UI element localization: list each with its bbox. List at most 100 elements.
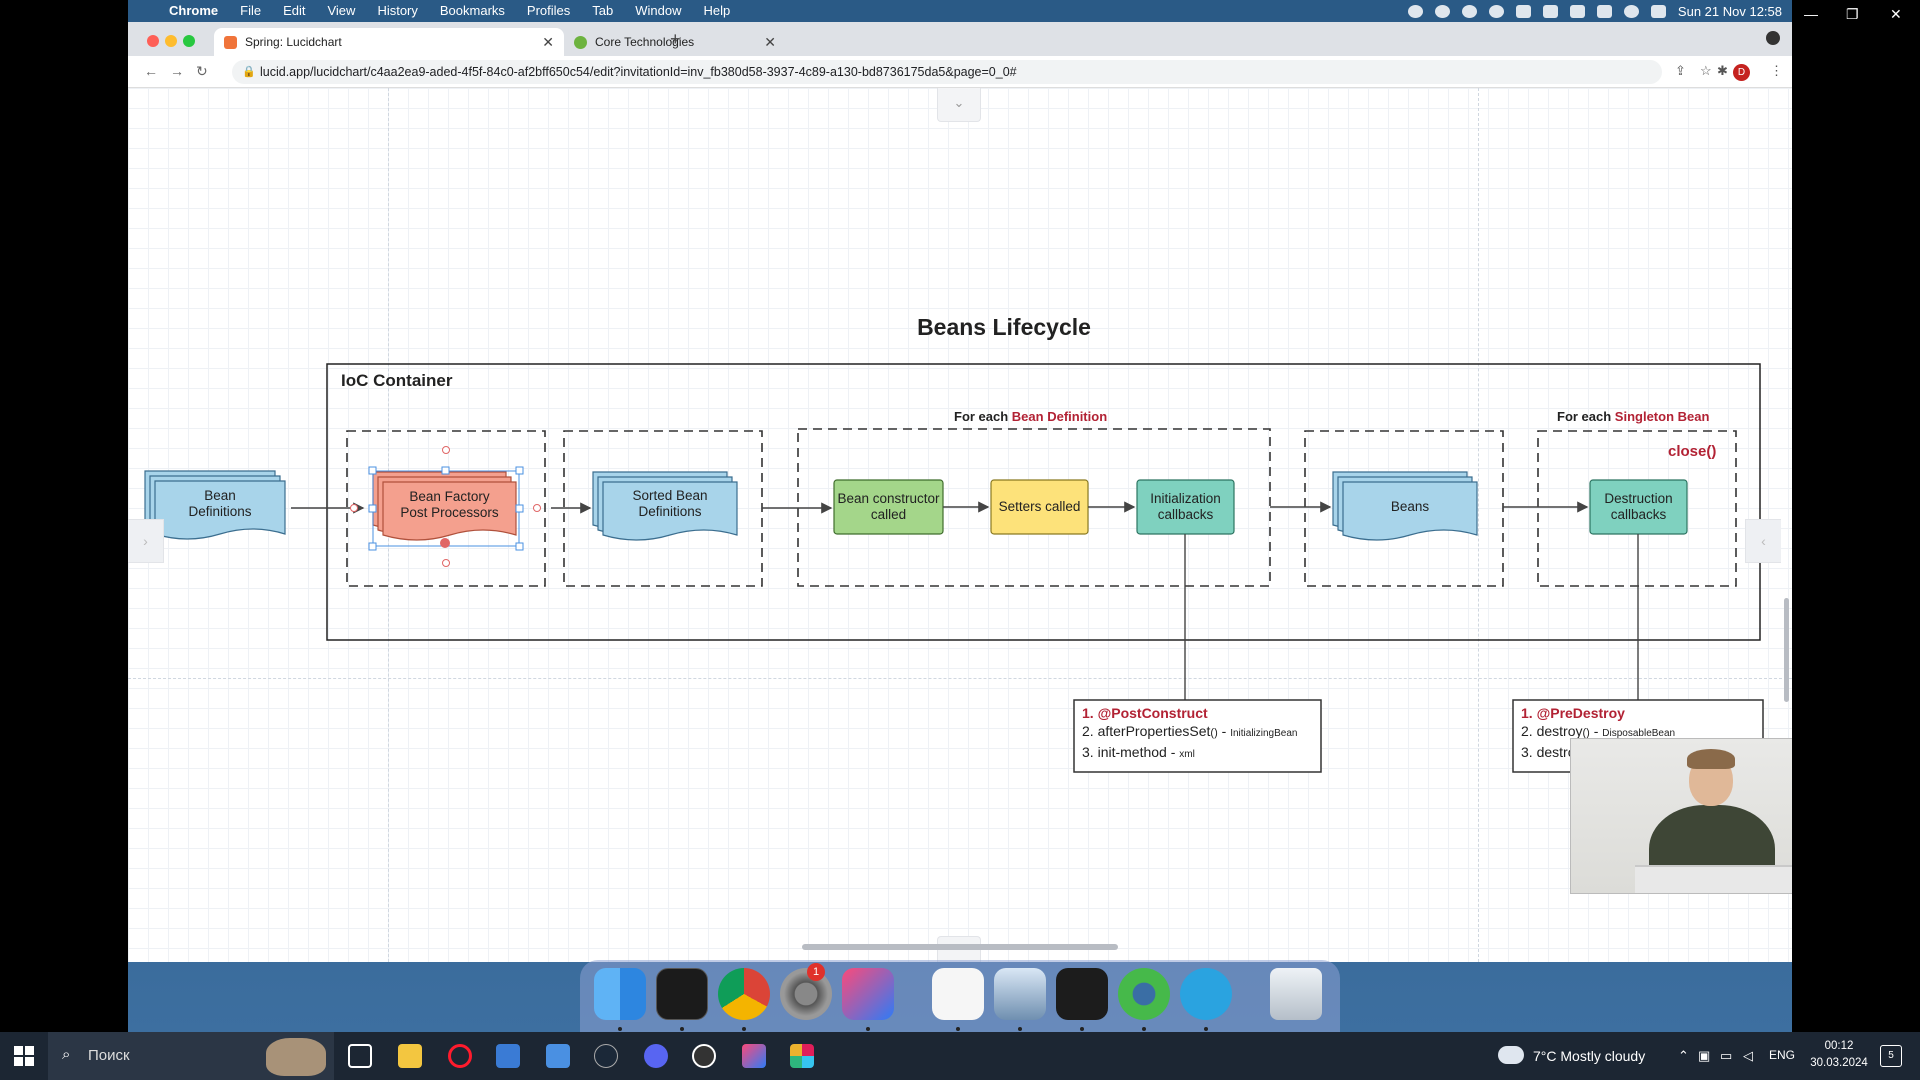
notifications-icon[interactable]: 5 [1880, 1045, 1902, 1067]
extensions-icon[interactable]: ✱ [1717, 63, 1728, 79]
chrome-icon[interactable] [718, 968, 770, 1020]
label-for-each-singleton-bean: For each Singleton Bean [1557, 409, 1709, 424]
clock-date: 30.03.2024 [1810, 1057, 1868, 1069]
close-window-button[interactable] [147, 35, 159, 47]
spotlight-alt-icon[interactable] [1488, 4, 1504, 18]
telegram-status-icon[interactable] [1434, 4, 1450, 18]
menu-app-chrome[interactable]: Chrome [158, 0, 229, 22]
discord-icon[interactable] [644, 1044, 668, 1068]
mac-screen: Chrome File Edit View History Bookmarks … [128, 0, 1792, 1032]
label-bean-constructor-called: Bean constructor called [837, 491, 940, 522]
media-player-icon[interactable] [692, 1044, 716, 1068]
right-panel-toggle[interactable]: ‹ [1745, 519, 1781, 563]
close-tab-icon[interactable]: ✕ [764, 34, 776, 51]
menu-edit[interactable]: Edit [272, 0, 316, 22]
left-panel-toggle[interactable]: › [128, 519, 164, 563]
close-tab-icon[interactable]: ✕ [542, 34, 554, 51]
input-source-icon[interactable] [1542, 4, 1558, 18]
menu-bookmarks[interactable]: Bookmarks [429, 0, 516, 22]
more-menu-icon[interactable]: ⋮ [1770, 63, 1783, 79]
mac-menubar: Chrome File Edit View History Bookmarks … [128, 0, 1792, 22]
url-field[interactable]: 🔒 lucid.app/lucidchart/c4aa2ea9-aded-4f5… [232, 60, 1662, 84]
minimize-icon[interactable]: — [1804, 6, 1818, 22]
dock-running-dot [1018, 1027, 1022, 1031]
battery-icon[interactable] [1569, 4, 1585, 18]
bookmark-star-icon[interactable]: ☆ [1700, 63, 1712, 79]
camera-icon[interactable]: ▣ [1698, 1048, 1710, 1064]
share-icon[interactable]: ⇪ [1675, 63, 1686, 79]
minimize-window-button[interactable] [165, 35, 177, 47]
preview-icon[interactable] [994, 968, 1046, 1020]
dock-running-dot [1142, 1027, 1146, 1031]
menu-history[interactable]: History [366, 0, 428, 22]
task-view-icon[interactable] [348, 1044, 372, 1068]
taskbar-clock[interactable]: 00:12 30.03.2024 [1804, 1038, 1874, 1072]
vpn-icon[interactable] [1461, 4, 1477, 18]
back-icon[interactable]: ← [144, 63, 158, 79]
language-indicator[interactable]: ENG [1769, 1048, 1795, 1062]
tab-bar: Spring: Lucidchart ✕ Core Technologies ✕… [128, 22, 1792, 56]
intellij-icon[interactable] [842, 968, 894, 1020]
menu-profiles[interactable]: Profiles [516, 0, 581, 22]
reload-icon[interactable]: ↻ [196, 63, 208, 80]
file-explorer-icon[interactable] [398, 1044, 422, 1068]
dock-running-dot [618, 1027, 622, 1031]
search-icon[interactable] [1623, 4, 1639, 18]
tab-spring-lucidchart[interactable]: Spring: Lucidchart ✕ [214, 28, 564, 56]
forward-icon[interactable]: → [170, 63, 184, 79]
profile-avatar[interactable]: D [1733, 64, 1750, 81]
windows-taskbar: ⌕ Поиск 7°C Mostly cloudy ⌃ ▣ ▭ ◁ ENG 00… [0, 1032, 1920, 1080]
mail-icon[interactable] [546, 1044, 570, 1068]
terminal-icon[interactable] [656, 968, 708, 1020]
windows-start-icon[interactable] [14, 1046, 34, 1066]
ioc-container-label: IoC Container [341, 371, 453, 390]
diagram-canvas[interactable]: ⌄ Beans Lifecycle IoC Container For each [128, 88, 1792, 962]
notification-badge: 1 [807, 963, 825, 981]
label-initialization-callbacks: Initialization callbacks [1150, 491, 1221, 522]
menu-window[interactable]: Window [624, 0, 692, 22]
audio-app-icon[interactable] [1056, 968, 1108, 1020]
dock-running-dot [956, 1027, 960, 1031]
intellij-taskbar-icon[interactable] [742, 1044, 766, 1068]
vertical-scrollbar[interactable] [1784, 598, 1789, 702]
control-center-icon[interactable] [1650, 4, 1666, 18]
mac-dock: 1 [580, 960, 1340, 1032]
volume-icon[interactable]: ◁ [1743, 1048, 1753, 1064]
wifi-icon[interactable] [1596, 4, 1612, 18]
finder-icon[interactable] [594, 968, 646, 1020]
record-icon[interactable] [1407, 4, 1423, 18]
show-hidden-icons[interactable]: ⌃ [1678, 1048, 1689, 1064]
new-tab-button[interactable]: + [670, 29, 681, 50]
horizontal-scrollbar[interactable] [802, 944, 1118, 950]
trash-icon[interactable] [1270, 968, 1322, 1020]
note-init-line-2: 2. afterPropertiesSet() - InitializingBe… [1082, 723, 1298, 739]
weather-text[interactable]: 7°C Mostly cloudy [1533, 1048, 1645, 1064]
dock-running-dot [742, 1027, 746, 1031]
telegram-icon[interactable] [1180, 968, 1232, 1020]
network-icon[interactable]: ▭ [1720, 1048, 1732, 1064]
menu-tab[interactable]: Tab [581, 0, 624, 22]
weather-cloud-icon[interactable] [1498, 1046, 1524, 1064]
url-text: lucid.app/lucidchart/c4aa2ea9-aded-4f5f-… [260, 65, 1017, 79]
slack-icon[interactable] [790, 1044, 814, 1068]
menu-file[interactable]: File [229, 0, 272, 22]
restore-icon[interactable]: ❐ [1846, 6, 1859, 23]
menu-view[interactable]: View [316, 0, 366, 22]
system-preferences-icon[interactable] [780, 968, 832, 1020]
store-icon[interactable] [496, 1044, 520, 1068]
recording-window-controls: — ❐ ✕ [1792, 0, 1920, 30]
menubar-datetime[interactable]: Sun 21 Nov 12:58 [1678, 4, 1782, 19]
zoom-window-button[interactable] [183, 35, 195, 47]
close-icon[interactable]: ✕ [1890, 6, 1902, 23]
menu-help[interactable]: Help [693, 0, 742, 22]
taskbar-search[interactable]: ⌕ Поиск [48, 1032, 334, 1080]
lock-icon[interactable]: 🔒 [242, 60, 256, 84]
textedit-icon[interactable] [932, 968, 984, 1020]
steam-icon[interactable] [594, 1044, 618, 1068]
browser-app-icon[interactable] [1118, 968, 1170, 1020]
tab-search-icon[interactable] [1766, 31, 1780, 45]
note-init-text: 1. @PostConstruct 2. afterPropertiesSet(… [1082, 704, 1318, 764]
search-placeholder: Поиск [88, 1047, 130, 1064]
opera-icon[interactable] [448, 1044, 472, 1068]
screen-icon[interactable] [1515, 4, 1531, 18]
